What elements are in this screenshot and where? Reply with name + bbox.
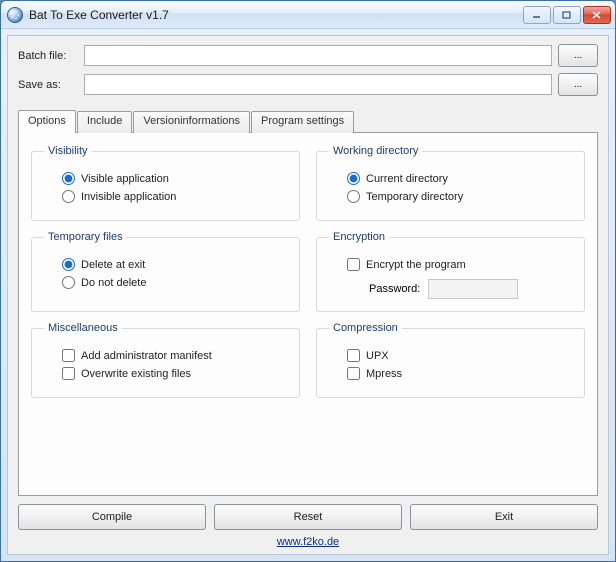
current-directory-label: Current directory — [366, 173, 448, 185]
window-controls — [523, 6, 611, 24]
temporary-files-group: Temporary files Delete at exit Do not de… — [31, 231, 300, 312]
temporary-directory-radio[interactable] — [347, 190, 360, 203]
temporary-directory-label: Temporary directory — [366, 191, 463, 203]
mpress-label: Mpress — [366, 368, 402, 380]
do-not-delete-label: Do not delete — [81, 277, 146, 289]
reset-button[interactable]: Reset — [214, 504, 402, 530]
upx-label: UPX — [366, 350, 389, 362]
client-area: Batch file: ... Save as: ... Options Inc… — [7, 35, 609, 555]
visible-app-radio[interactable] — [62, 172, 75, 185]
overwrite-label: Overwrite existing files — [81, 368, 191, 380]
batch-file-input[interactable] — [84, 45, 552, 66]
encrypt-label: Encrypt the program — [366, 259, 466, 271]
invisible-app-label: Invisible application — [81, 191, 176, 203]
titlebar[interactable]: Bat To Exe Converter v1.7 — [1, 1, 615, 29]
options-pane: Visibility Visible application Invisible… — [18, 132, 598, 496]
delete-at-exit-radio[interactable] — [62, 258, 75, 271]
tab-options[interactable]: Options — [18, 110, 76, 132]
mpress-checkbox[interactable] — [347, 367, 360, 380]
current-directory-radio[interactable] — [347, 172, 360, 185]
admin-manifest-checkbox[interactable] — [62, 349, 75, 362]
tab-bar: Options Include Versioninformations Prog… — [18, 111, 598, 133]
tab-include[interactable]: Include — [77, 111, 132, 133]
visibility-legend: Visibility — [44, 145, 92, 157]
window-title: Bat To Exe Converter v1.7 — [29, 8, 523, 22]
save-as-input[interactable] — [84, 74, 552, 95]
tab-program-settings[interactable]: Program settings — [251, 111, 354, 133]
do-not-delete-radio[interactable] — [62, 276, 75, 289]
encryption-group: Encryption Encrypt the program Password: — [316, 231, 585, 312]
compression-legend: Compression — [329, 322, 402, 334]
admin-manifest-label: Add administrator manifest — [81, 350, 212, 362]
save-as-browse-button[interactable]: ... — [558, 73, 598, 96]
misc-group: Miscellaneous Add administrator manifest… — [31, 322, 300, 398]
website-link[interactable]: www.f2ko.de — [277, 536, 339, 548]
main-window: Bat To Exe Converter v1.7 Batch file: ..… — [0, 0, 616, 562]
compression-group: Compression UPX Mpress — [316, 322, 585, 398]
misc-legend: Miscellaneous — [44, 322, 122, 334]
password-label: Password: — [369, 283, 420, 295]
visible-app-label: Visible application — [81, 173, 169, 185]
visibility-group: Visibility Visible application Invisible… — [31, 145, 300, 221]
maximize-button[interactable] — [553, 6, 581, 24]
app-icon — [7, 7, 23, 23]
overwrite-checkbox[interactable] — [62, 367, 75, 380]
minimize-button[interactable] — [523, 6, 551, 24]
exit-button[interactable]: Exit — [410, 504, 598, 530]
file-selection: Batch file: ... Save as: ... — [18, 44, 598, 102]
encryption-legend: Encryption — [329, 231, 389, 243]
working-directory-group: Working directory Current directory Temp… — [316, 145, 585, 221]
working-directory-legend: Working directory — [329, 145, 422, 157]
encrypt-checkbox[interactable] — [347, 258, 360, 271]
upx-checkbox[interactable] — [347, 349, 360, 362]
footer: www.f2ko.de — [18, 536, 598, 548]
batch-file-browse-button[interactable]: ... — [558, 44, 598, 67]
close-button[interactable] — [583, 6, 611, 24]
action-buttons: Compile Reset Exit — [18, 504, 598, 530]
save-as-label: Save as: — [18, 79, 78, 91]
password-input[interactable] — [428, 279, 518, 299]
batch-file-label: Batch file: — [18, 50, 78, 62]
delete-at-exit-label: Delete at exit — [81, 259, 145, 271]
temporary-files-legend: Temporary files — [44, 231, 127, 243]
tab-versioninfo[interactable]: Versioninformations — [133, 111, 250, 133]
compile-button[interactable]: Compile — [18, 504, 206, 530]
invisible-app-radio[interactable] — [62, 190, 75, 203]
